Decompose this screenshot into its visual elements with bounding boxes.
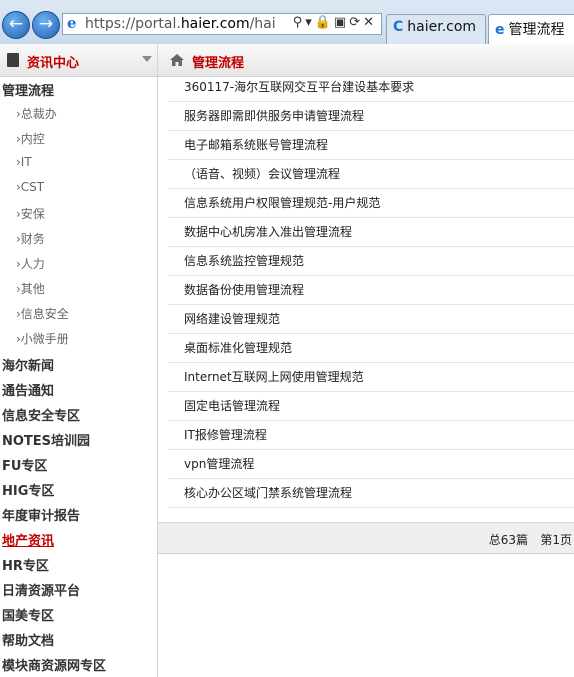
sidebar-subitem[interactable]: ›安保 bbox=[16, 205, 45, 222]
sidebar-item[interactable]: 海尔新闻 bbox=[2, 355, 54, 374]
article-list: 360117-海尔互联网交互平台建设基本要求 服务器即需即供服务申请管理流程 电子邮… bbox=[168, 73, 574, 508]
list-item[interactable]: 服务器即需即供服务申请管理流程 bbox=[168, 102, 574, 131]
list-item[interactable]: 电子邮箱系统账号管理流程 bbox=[168, 131, 574, 160]
sidebar-title: 资讯中心 bbox=[27, 56, 80, 71]
list-item[interactable]: 信息系统用户权限管理规范-用户规范 bbox=[168, 189, 574, 218]
sidebar-subitem[interactable]: ›财务 bbox=[16, 230, 45, 247]
sidebar-subitem[interactable]: ›CST bbox=[16, 180, 44, 194]
list-item[interactable]: 数据备份使用管理流程 bbox=[168, 276, 574, 305]
sidebar: 资讯中心 管理流程 ›总裁办 ›内控 ›IT ›CST ›安保 ›财务 ›人力 ›其他 ›信息安全… bbox=[0, 44, 158, 677]
forward-arrow-icon[interactable]: → bbox=[32, 11, 60, 39]
sidebar-item[interactable]: NOTES培训园 bbox=[2, 430, 90, 449]
list-item[interactable]: 360117-海尔互联网交互平台建设基本要求 bbox=[168, 73, 574, 102]
book-icon bbox=[7, 53, 19, 67]
list-item[interactable]: Internet互联网上网使用管理规范 bbox=[168, 363, 574, 392]
list-item[interactable]: 数据中心机房准入准出管理流程 bbox=[168, 218, 574, 247]
ie-tab-icon: e bbox=[495, 22, 505, 38]
sidebar-item[interactable]: FU专区 bbox=[2, 455, 47, 474]
list-item[interactable]: （语音、视频）会议管理流程 bbox=[168, 160, 574, 189]
main-content: 管理流程 360117-海尔互联网交互平台建设基本要求 服务器即需即供服务申请管理… bbox=[158, 44, 574, 677]
sidebar-subitem[interactable]: ›IT bbox=[16, 155, 32, 169]
ie-icon: e bbox=[67, 14, 77, 32]
sidebar-item[interactable]: 地产资讯 bbox=[2, 530, 54, 549]
url-text: https://portal.haier.com/haierCms bbox=[85, 16, 275, 32]
sidebar-item[interactable]: HIG专区 bbox=[2, 480, 54, 499]
list-item[interactable]: vpn管理流程 bbox=[168, 450, 574, 479]
pagination-bar: 总63篇 第1页 bbox=[158, 522, 574, 554]
sidebar-item[interactable]: 帮助文档 bbox=[2, 630, 54, 649]
chevron-down-icon[interactable] bbox=[142, 56, 152, 62]
sidebar-item[interactable]: 信息安全专区 bbox=[2, 405, 80, 424]
address-bar[interactable]: e https://portal.haier.com/haierCms ⚲▾🔒▣… bbox=[62, 13, 382, 35]
sidebar-subitem[interactable]: ›其他 bbox=[16, 280, 45, 297]
list-item[interactable]: 桌面标准化管理规范 bbox=[168, 334, 574, 363]
list-item[interactable]: 信息系统监控管理规范 bbox=[168, 247, 574, 276]
sidebar-item[interactable]: 年度审计报告 bbox=[2, 505, 80, 524]
home-icon bbox=[170, 54, 184, 66]
sidebar-item[interactable]: 管理流程 bbox=[2, 80, 54, 99]
page-number: 第1页 bbox=[540, 533, 572, 547]
sidebar-subitem[interactable]: ›内控 bbox=[16, 130, 45, 147]
back-arrow-icon[interactable]: ← bbox=[2, 11, 30, 39]
address-tools-icon[interactable]: ⚲▾🔒▣⟳✕ bbox=[293, 15, 377, 30]
list-item[interactable]: 固定电话管理流程 bbox=[168, 392, 574, 421]
browser-toolbar: ← → e https://portal.haier.com/haierCms … bbox=[0, 0, 574, 45]
tab-management-process[interactable]: e 管理流程 bbox=[488, 14, 574, 44]
sidebar-item[interactable]: 日清资源平台 bbox=[2, 580, 80, 599]
sidebar-header: 资讯中心 bbox=[0, 44, 157, 77]
list-item[interactable]: IT报修管理流程 bbox=[168, 421, 574, 450]
sidebar-subitem[interactable]: ›人力 bbox=[16, 255, 45, 272]
sidebar-subitem[interactable]: ›小微手册 bbox=[16, 330, 69, 347]
sidebar-item[interactable]: 国美专区 bbox=[2, 605, 54, 624]
page-title: 管理流程 bbox=[192, 56, 245, 71]
sidebar-item[interactable]: HR专区 bbox=[2, 555, 49, 574]
sidebar-subitem[interactable]: ›总裁办 bbox=[16, 105, 57, 122]
loading-icon: C bbox=[393, 19, 404, 35]
total-count: 总63篇 bbox=[488, 533, 528, 547]
sidebar-subitem[interactable]: ›信息安全 bbox=[16, 305, 69, 322]
list-item[interactable]: 核心办公区域门禁系统管理流程 bbox=[168, 479, 574, 508]
tab-haier[interactable]: Chaier.com bbox=[386, 14, 486, 44]
sidebar-item[interactable]: 通告通知 bbox=[2, 380, 54, 399]
list-item[interactable]: 网络建设管理规范 bbox=[168, 305, 574, 334]
sidebar-item[interactable]: 模块商资源网专区 bbox=[2, 655, 106, 674]
